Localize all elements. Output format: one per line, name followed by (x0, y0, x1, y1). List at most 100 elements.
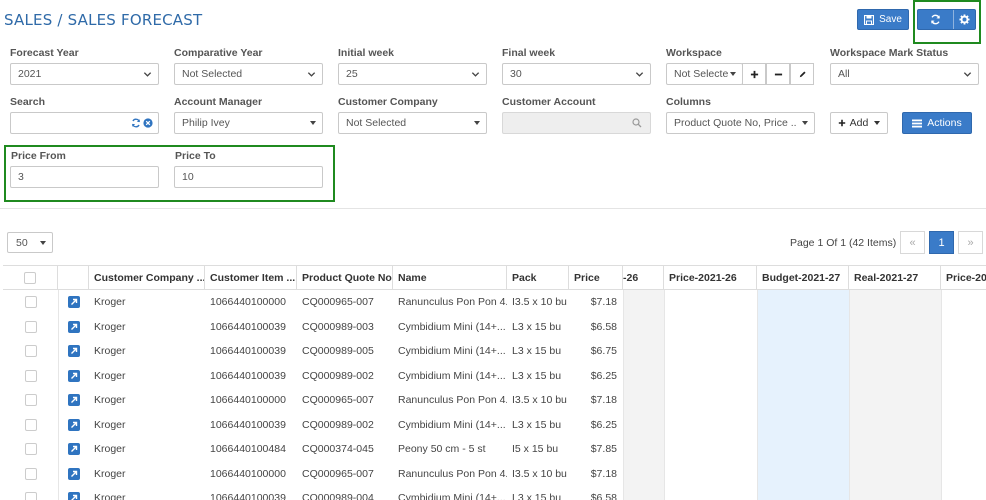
cell-customer-item: 1066440100039 (210, 492, 286, 500)
workspace-edit-button[interactable] (790, 63, 814, 85)
cell-customer-company: Kroger (94, 345, 126, 358)
current-page-button[interactable]: 1 (929, 231, 954, 254)
open-external-icon[interactable] (67, 394, 80, 407)
arrow-up-right-icon (70, 470, 77, 477)
table-row[interactable]: Kroger 1066440100039 CQ000989-004 Cymbidium… (3, 486, 986, 500)
table-row[interactable]: Kroger 1066440100039 CQ000989-002 Cymbidium… (3, 364, 986, 389)
header-real-2021-27[interactable]: Real-2021-27 (849, 266, 941, 290)
cell-pack: L3 x 15 bu (512, 492, 562, 500)
open-external-icon[interactable] (67, 369, 80, 382)
forecast-year-select[interactable]: 2021 (10, 63, 159, 85)
header-name[interactable]: Name (393, 266, 507, 290)
cell-product-quote-no: CQ000989-004 (302, 492, 374, 500)
customer-company-select[interactable]: Not Selected (338, 112, 487, 134)
row-checkbox[interactable] (24, 443, 37, 456)
open-external-icon[interactable] (67, 443, 80, 456)
cell-customer-item: 1066440100039 (210, 369, 286, 382)
select-all-checkbox[interactable] (24, 272, 36, 284)
save-button[interactable]: Save (857, 9, 909, 30)
section-divider (0, 208, 986, 209)
comparative-year-select[interactable]: Not Selected (174, 63, 323, 85)
add-button[interactable]: Add (830, 112, 888, 134)
cell-pack: L3 x 15 bu (512, 320, 562, 333)
customer-account-label: Customer Account (502, 96, 596, 108)
next-page-button[interactable]: » (958, 231, 983, 254)
table-row[interactable]: Kroger 1066440100000 CQ000965-007 Ranunculu… (3, 290, 986, 315)
workspace-select[interactable]: Not Selecte (666, 63, 743, 85)
row-checkbox[interactable] (24, 467, 37, 480)
cell-pack: L3 x 15 bu (512, 369, 562, 382)
page-size-value: 50 (16, 236, 28, 249)
comparative-year-label: Comparative Year (174, 47, 263, 59)
row-open-cell (58, 315, 89, 340)
final-week-value: 30 (510, 68, 522, 80)
arrow-up-right-icon (70, 421, 77, 428)
header-price[interactable]: Price (569, 266, 623, 290)
caret-down-icon (730, 72, 736, 76)
final-week-select[interactable]: 30 (502, 63, 651, 85)
open-external-icon[interactable] (67, 320, 80, 333)
open-external-icon[interactable] (67, 492, 80, 500)
header-customer-item[interactable]: Customer Item ... (205, 266, 297, 290)
table-row[interactable]: Kroger 1066440100039 CQ000989-003 Cymbidium… (3, 315, 986, 340)
open-external-icon[interactable] (67, 418, 80, 431)
row-checkbox[interactable] (24, 369, 37, 382)
plus-icon (838, 119, 845, 127)
row-checkbox[interactable] (24, 418, 37, 431)
header-pack[interactable]: Pack (507, 266, 569, 290)
comparative-year-value: Not Selected (182, 68, 243, 80)
cell-name: Cymbidium Mini (14+... (398, 418, 506, 431)
workspace-value: Not Selecte (674, 68, 729, 80)
account-manager-select[interactable]: Philip Ivey (174, 112, 323, 134)
header-customer-company[interactable]: Customer Company ... (89, 266, 205, 290)
arrow-up-right-icon (70, 348, 77, 355)
cell-product-quote-no: CQ000965-007 (302, 467, 374, 480)
header-week-26[interactable]: -26 (623, 266, 664, 290)
header-select-all (3, 266, 58, 290)
workspace-remove-button[interactable] (766, 63, 790, 85)
cell-pack: I3.5 x 10 bu (512, 394, 567, 407)
table-row[interactable]: Kroger 1066440100000 CQ000965-007 Ranunculu… (3, 462, 986, 487)
row-checkbox[interactable] (24, 492, 37, 500)
workspace-mark-status-select[interactable]: All (830, 63, 979, 85)
header-price-2021-27[interactable]: Price-202 (941, 266, 986, 290)
caret-down-icon (310, 121, 316, 125)
initial-week-value: 25 (346, 68, 358, 80)
workspace-add-button[interactable] (742, 63, 766, 85)
cell-price: $7.85 (590, 443, 617, 456)
save-button-label: Save (879, 14, 902, 25)
table-row[interactable]: Kroger 1066440100039 CQ000989-005 Cymbidium… (3, 339, 986, 364)
arrow-up-right-icon (70, 372, 77, 379)
header-product-quote-no[interactable]: Product Quote No (297, 266, 393, 290)
columns-select[interactable]: Product Quote No, Price ... (666, 112, 815, 134)
initial-week-select[interactable]: 25 (338, 63, 487, 85)
row-checkbox[interactable] (24, 394, 37, 407)
header-budget-2021-27[interactable]: Budget-2021-27 (757, 266, 849, 290)
open-external-icon[interactable] (67, 345, 80, 358)
cell-customer-item: 1066440100000 (210, 467, 286, 480)
cell-price: $7.18 (590, 296, 617, 309)
account-manager-value: Philip Ivey (182, 117, 230, 129)
row-checkbox[interactable] (24, 320, 37, 333)
refresh-icon[interactable] (131, 118, 141, 128)
open-external-icon[interactable] (67, 467, 80, 480)
row-open-cell (58, 462, 89, 487)
customer-company-value: Not Selected (346, 117, 407, 129)
search-input[interactable] (10, 112, 159, 134)
header-price-2021-26[interactable]: Price-2021-26 (664, 266, 757, 290)
row-checkbox[interactable] (24, 296, 37, 309)
open-external-icon[interactable] (67, 296, 80, 309)
cell-product-quote-no: CQ000989-003 (302, 320, 374, 333)
clear-icon[interactable] (143, 118, 153, 128)
table-row[interactable]: Kroger 1066440100484 CQ000374-045 Peony 50 … (3, 437, 986, 462)
cell-product-quote-no: CQ000989-002 (302, 418, 374, 431)
actions-button[interactable]: Actions (902, 112, 972, 134)
row-checkbox[interactable] (24, 345, 37, 358)
table-row[interactable]: Kroger 1066440100039 CQ000989-002 Cymbidium… (3, 413, 986, 438)
cell-product-quote-no: CQ000989-005 (302, 345, 374, 358)
cell-customer-company: Kroger (94, 492, 126, 500)
page-size-select[interactable]: 50 (7, 232, 53, 253)
caret-down-icon (874, 121, 881, 125)
table-row[interactable]: Kroger 1066440100000 CQ000965-007 Ranunculu… (3, 388, 986, 413)
prev-page-button[interactable]: « (900, 231, 925, 254)
